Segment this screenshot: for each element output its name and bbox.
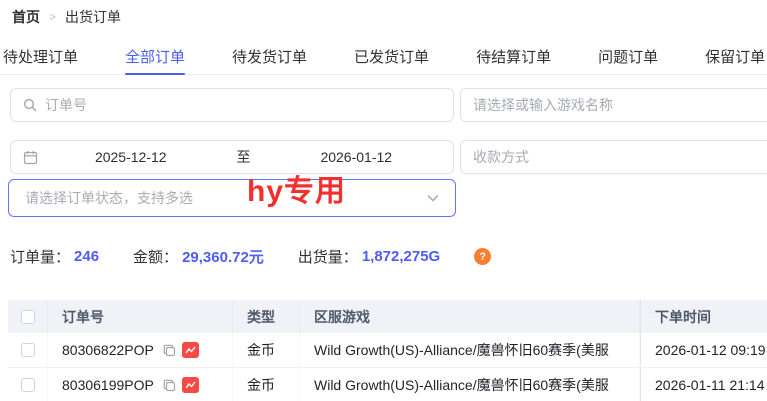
date-start-value[interactable]: 2025-12-12 — [46, 149, 216, 165]
copy-icon[interactable] — [163, 344, 176, 357]
order-type-value: 金币 — [233, 333, 300, 367]
tab-problem-orders[interactable]: 问题订单 — [598, 38, 658, 74]
shipment-label: 出货量： — [298, 246, 358, 267]
orders-table: 订单号 类型 区服游戏 下单时间 80306822POP — [8, 300, 767, 401]
order-no-value: 80306199POP — [62, 377, 154, 393]
trend-chart-icon[interactable] — [182, 342, 199, 358]
order-type-value: 金币 — [233, 368, 300, 401]
order-no-value: 80306822POP — [62, 342, 154, 358]
game-server-value: Wild Growth(US)-Alliance/魔兽怀旧60赛季(美服 — [300, 368, 640, 401]
search-icon — [23, 98, 37, 112]
annotation-hy: hy专用 — [247, 166, 346, 210]
order-status-placeholder: 请选择订单状态，支持多选 — [25, 188, 193, 208]
tab-to-settle-orders[interactable]: 待结算订单 — [476, 38, 551, 74]
select-all-checkbox[interactable] — [21, 310, 35, 324]
header-cell-select — [8, 300, 48, 333]
trend-chart-icon[interactable] — [182, 377, 199, 393]
row-checkbox[interactable] — [21, 378, 35, 392]
row-checkbox[interactable] — [21, 343, 35, 357]
order-time-value: 2026-01-11 21:14 — [640, 368, 767, 401]
table-row: 80306199POP 金币 Wild Gr — [8, 368, 767, 401]
summary-stats: 订单量： 246 金额： 29,360.72元 出货量： 1,872,275G … — [10, 246, 491, 267]
game-name-select[interactable]: 请选择或输入游戏名称 — [460, 88, 767, 122]
shipping-orders-page: 首页 > 出货订单 待处理订单 全部订单 待发货订单 已发货订单 待结算订单 问… — [0, 0, 767, 401]
order-number-input[interactable]: 订单号 — [10, 88, 454, 122]
chevron-down-icon — [427, 194, 439, 202]
date-range-separator: 至 — [224, 147, 264, 167]
order-count-value: 246 — [74, 248, 99, 265]
amount-value: 29,360.72元 — [182, 246, 264, 267]
tab-held-orders[interactable]: 保留订单 — [705, 38, 765, 74]
help-icon[interactable]: ? — [474, 248, 491, 265]
table-row: 80306822POP 金币 Wild Gr — [8, 333, 767, 368]
payment-method-select[interactable]: 收款方式 — [460, 140, 767, 174]
date-end-value[interactable]: 2026-01-12 — [272, 149, 442, 165]
tab-pending-orders[interactable]: 待处理订单 — [3, 38, 78, 74]
copy-icon[interactable] — [163, 379, 176, 392]
order-status-multiselect[interactable]: 请选择订单状态，支持多选 — [8, 179, 456, 217]
date-range-picker[interactable]: 2025-12-12 至 2026-01-12 — [10, 140, 454, 174]
payment-method-placeholder: 收款方式 — [473, 147, 529, 167]
breadcrumb-current: 出货订单 — [65, 7, 121, 27]
order-time-value: 2026-01-12 09:19 — [640, 333, 767, 367]
breadcrumb-home-link[interactable]: 首页 — [12, 7, 40, 27]
header-cell-order-no: 订单号 — [48, 300, 233, 333]
game-server-value: Wild Growth(US)-Alliance/魔兽怀旧60赛季(美服 — [300, 333, 640, 367]
order-count-label: 订单量： — [10, 246, 70, 267]
breadcrumb-separator: > — [49, 10, 56, 24]
order-number-placeholder: 订单号 — [45, 95, 87, 115]
header-cell-game: 区服游戏 — [300, 300, 640, 333]
order-tabs-bar: 待处理订单 全部订单 待发货订单 已发货订单 待结算订单 问题订单 保留订单 — [0, 38, 767, 75]
table-header-row: 订单号 类型 区服游戏 下单时间 — [8, 300, 767, 333]
tab-to-ship-orders[interactable]: 待发货订单 — [232, 38, 307, 74]
header-cell-type: 类型 — [233, 300, 300, 333]
header-cell-time: 下单时间 — [640, 300, 767, 333]
tab-shipped-orders[interactable]: 已发货订单 — [354, 38, 429, 74]
shipment-value: 1,872,275G — [362, 248, 440, 265]
game-name-placeholder: 请选择或输入游戏名称 — [473, 95, 613, 115]
breadcrumb: 首页 > 出货订单 — [12, 7, 121, 27]
calendar-icon — [23, 150, 38, 165]
amount-label: 金额： — [133, 246, 178, 267]
tab-all-orders[interactable]: 全部订单 — [125, 38, 185, 74]
